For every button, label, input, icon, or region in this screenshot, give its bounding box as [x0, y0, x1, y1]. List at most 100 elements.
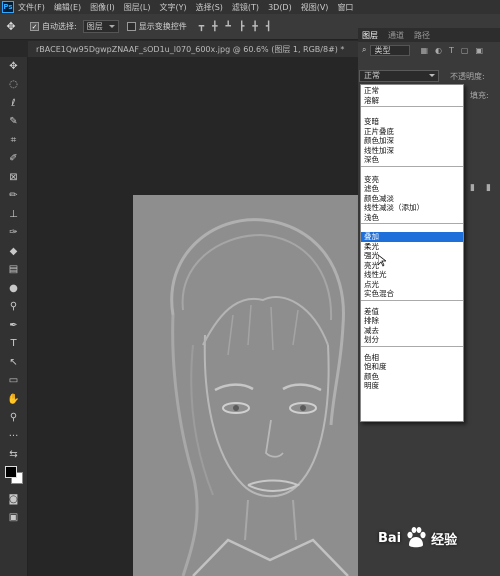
- swap-colors-icon[interactable]: ⇆: [0, 446, 27, 465]
- align-hcenter-icon[interactable]: ╋: [252, 22, 257, 32]
- blend-option-saturation[interactable]: 饱和度: [361, 362, 463, 372]
- blend-option-hard-light[interactable]: 强光: [361, 251, 463, 261]
- blend-option-normal[interactable]: 正常: [361, 86, 463, 96]
- blend-option-darker-color[interactable]: 深色: [361, 155, 463, 165]
- foreground-color-swatch[interactable]: [5, 466, 17, 478]
- blend-group-hue: 色相 饱和度 颜色 明度: [361, 347, 463, 392]
- blend-option-lighter-color[interactable]: 浅色: [361, 213, 463, 223]
- menu-view[interactable]: 视图(V): [301, 2, 329, 13]
- pen-tool-icon[interactable]: ✒: [0, 316, 27, 335]
- canvas-area[interactable]: [28, 57, 358, 576]
- menu-layer[interactable]: 图层(L): [124, 2, 151, 13]
- menu-select[interactable]: 选择(S): [196, 2, 223, 13]
- align-left-icon[interactable]: ┣: [239, 22, 244, 32]
- type-filter-icon[interactable]: T: [449, 46, 454, 55]
- auto-select-target-select[interactable]: 图层: [82, 20, 119, 33]
- quick-select-tool-icon[interactable]: ✎: [0, 113, 27, 132]
- blend-option-linear-dodge[interactable]: 线性减淡（添加）: [361, 203, 463, 213]
- blend-option-vivid-light[interactable]: 亮光: [361, 261, 463, 271]
- baidu-paw-icon: [404, 526, 428, 550]
- blend-option-color-dodge[interactable]: 颜色减淡: [361, 194, 463, 204]
- auto-select-checkbox[interactable]: ✓: [30, 22, 39, 31]
- move-tool-icon[interactable]: ✥: [0, 20, 22, 33]
- menu-window[interactable]: 窗口: [337, 2, 353, 13]
- blend-option-subtract[interactable]: 减去: [361, 326, 463, 336]
- smart-filter-icon[interactable]: ▣: [475, 46, 483, 55]
- tools-panel: ✥ ◌ ℓ ✎ ⌗ ✐ ⊠ ✏ ⊥ ✑ ◆ ▤ ● ⚲ ✒ T ↖ ▭ ✋ ⚲ …: [0, 57, 28, 576]
- move-tool-icon[interactable]: ✥: [0, 57, 27, 76]
- blend-option-lighten[interactable]: 变亮: [361, 175, 463, 185]
- zoom-tool-icon[interactable]: ⚲: [0, 409, 27, 428]
- blur-tool-icon[interactable]: ●: [0, 279, 27, 298]
- stamp-tool-icon[interactable]: ⊥: [0, 205, 27, 224]
- align-vcenter-icon[interactable]: ╋: [212, 22, 217, 32]
- blend-option-darken[interactable]: 变暗: [361, 117, 463, 127]
- blend-option-pin-light[interactable]: 点光: [361, 280, 463, 290]
- align-top-icon[interactable]: ┳: [199, 22, 204, 32]
- pixel-filter-icon[interactable]: ▦: [420, 46, 428, 55]
- blend-option-color-burn[interactable]: 颜色加深: [361, 136, 463, 146]
- align-bottom-icon[interactable]: ┻: [226, 22, 231, 32]
- fill-label: 填充:: [470, 91, 489, 100]
- watermark-text-left: Bai: [378, 530, 402, 546]
- blend-option-soft-light[interactable]: 柔光: [361, 242, 463, 252]
- watermark-text-right: 经验: [431, 532, 458, 548]
- layer-visibility-icon[interactable]: ▮: [470, 183, 475, 193]
- opacity-label: 不透明度:: [450, 72, 485, 81]
- type-tool-icon[interactable]: T: [0, 335, 27, 354]
- screen-mode-icon[interactable]: ▣: [0, 509, 27, 528]
- blend-option-linear-burn[interactable]: 线性加深: [361, 146, 463, 156]
- blend-option-color[interactable]: 颜色: [361, 372, 463, 382]
- menu-file[interactable]: 文件(F): [18, 2, 45, 13]
- quick-mask-icon[interactable]: ◙: [0, 490, 27, 509]
- tab-paths[interactable]: 路径: [414, 30, 430, 41]
- document-tab[interactable]: rBACE1Qw95DgwpZNAAF_sOD1u_l070_600x.jpg …: [28, 41, 358, 57]
- eraser-tool-icon[interactable]: ◆: [0, 242, 27, 261]
- menu-image[interactable]: 图像(I): [90, 2, 115, 13]
- dodge-tool-icon[interactable]: ⚲: [0, 298, 27, 317]
- menu-3d[interactable]: 3D(D): [268, 3, 292, 12]
- layer-kind-select[interactable]: 类型: [370, 44, 411, 56]
- rectangle-tool-icon[interactable]: ▭: [0, 372, 27, 391]
- menu-filter[interactable]: 滤镜(T): [232, 2, 259, 13]
- tab-layers[interactable]: 图层: [362, 30, 378, 41]
- blend-mode-select[interactable]: 正常: [359, 70, 439, 82]
- show-transform-checkbox[interactable]: [126, 22, 136, 31]
- watermark: Bai 经验: [378, 518, 488, 558]
- blend-group-lighten: 变亮 滤色 颜色减淡 线性减淡（添加） 浅色: [361, 167, 463, 224]
- blend-option-screen[interactable]: 滤色: [361, 184, 463, 194]
- eyedropper-tool-icon[interactable]: ✐: [0, 150, 27, 169]
- blend-option-dissolve[interactable]: 溶解: [361, 96, 463, 106]
- hand-tool-icon[interactable]: ✋: [0, 390, 27, 409]
- photoshop-logo: Ps: [2, 1, 14, 13]
- tab-channels[interactable]: 通道: [388, 30, 404, 41]
- lasso-tool-icon[interactable]: ℓ: [0, 94, 27, 113]
- brush-tool-icon[interactable]: ✏: [0, 187, 27, 206]
- blend-option-hue[interactable]: 色相: [361, 353, 463, 363]
- crop-tool-icon[interactable]: ⌗: [0, 131, 27, 150]
- show-transform-label: 显示变换控件: [138, 22, 187, 31]
- align-right-icon[interactable]: ┫: [266, 22, 271, 32]
- shape-filter-icon[interactable]: ▢: [461, 46, 469, 55]
- marquee-tool-icon[interactable]: ◌: [0, 76, 27, 95]
- blend-option-exclusion[interactable]: 排除: [361, 316, 463, 326]
- blend-option-luminosity[interactable]: 明度: [361, 381, 463, 391]
- blend-group-normal: 正常 溶解: [361, 85, 463, 107]
- path-select-tool-icon[interactable]: ↖: [0, 353, 27, 372]
- history-brush-tool-icon[interactable]: ✑: [0, 224, 27, 243]
- color-swatches[interactable]: [0, 464, 27, 490]
- more-tools-icon[interactable]: ···: [0, 427, 27, 446]
- adjustment-filter-icon[interactable]: ◐: [435, 46, 442, 55]
- blend-option-divide[interactable]: 划分: [361, 335, 463, 345]
- blend-option-difference[interactable]: 差值: [361, 307, 463, 317]
- gradient-tool-icon[interactable]: ▤: [0, 261, 27, 280]
- menu-type[interactable]: 文字(Y): [159, 2, 186, 13]
- blend-option-hard-mix[interactable]: 实色混合: [361, 289, 463, 299]
- blend-option-linear-light[interactable]: 线性光: [361, 270, 463, 280]
- layer-lock-icon[interactable]: ▮: [486, 183, 491, 193]
- blend-option-multiply[interactable]: 正片叠底: [361, 127, 463, 137]
- blend-mode-dropdown: 正常 溶解 变暗 正片叠底 颜色加深 线性加深 深色 变亮 滤色 颜色减淡 线性…: [360, 84, 464, 422]
- frame-tool-icon[interactable]: ⊠: [0, 168, 27, 187]
- menu-edit[interactable]: 编辑(E): [54, 2, 81, 13]
- blend-option-overlay[interactable]: 叠加: [361, 232, 463, 242]
